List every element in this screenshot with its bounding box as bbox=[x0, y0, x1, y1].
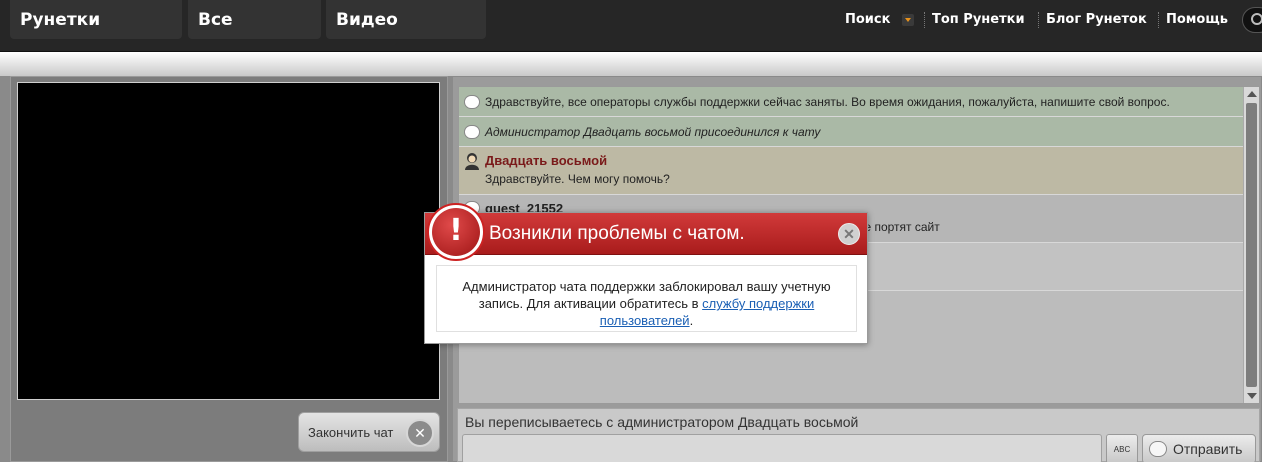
dialog-message-end: . bbox=[689, 313, 694, 328]
divider bbox=[924, 12, 925, 28]
divider bbox=[1158, 12, 1159, 28]
exclamation-icon: ! bbox=[427, 203, 485, 261]
chat-message-admin: Двадцать восьмой Здравствуйте. Чем могу … bbox=[459, 147, 1244, 195]
nav-search-link[interactable]: Поиск bbox=[845, 0, 890, 40]
divider bbox=[1038, 12, 1039, 28]
send-button[interactable]: Отправить bbox=[1142, 434, 1256, 462]
message-input[interactable] bbox=[462, 434, 1102, 462]
scroll-up-icon[interactable] bbox=[1247, 91, 1257, 97]
scroll-thumb[interactable] bbox=[1246, 103, 1257, 387]
speech-bubble-icon bbox=[464, 95, 480, 109]
send-label: Отправить bbox=[1173, 441, 1243, 457]
nav-blog-link[interactable]: Блог Рунеток bbox=[1046, 0, 1147, 40]
compose-label: Вы переписываетесь с администратором Два… bbox=[465, 414, 859, 430]
dialog-header: Возникли проблемы с чатом. bbox=[425, 213, 867, 255]
end-chat-label: Закончить чат bbox=[308, 425, 394, 440]
chat-message-system: Администратор Двадцать восьмой присоедин… bbox=[459, 117, 1244, 147]
nav-help-link[interactable]: Помощь bbox=[1166, 0, 1228, 40]
nav-top-runetki-link[interactable]: Топ Рунетки bbox=[932, 0, 1025, 40]
chat-scrollbar[interactable] bbox=[1243, 87, 1259, 403]
video-player[interactable] bbox=[17, 82, 440, 400]
speech-bubble-icon bbox=[1149, 441, 1167, 457]
dialog-body: Администратор чата поддержки заблокирова… bbox=[436, 265, 857, 332]
search-icon[interactable] bbox=[1242, 7, 1262, 33]
spellcheck-icon: ABC bbox=[1113, 445, 1131, 454]
chat-message-system: Здравствуйте, все операторы службы подде… bbox=[459, 87, 1244, 117]
top-navigation: Рунетки онлайн Все Рунетки Видео Галерея… bbox=[0, 0, 1262, 70]
dialog-close-button[interactable]: ✕ bbox=[838, 223, 860, 245]
message-text: Здравствуйте. Чем могу помочь? bbox=[485, 172, 670, 186]
speech-bubble-icon bbox=[464, 125, 480, 139]
message-text: Администратор Двадцать восьмой присоедин… bbox=[485, 125, 821, 139]
nav-video-gallery[interactable]: Видео Галерея bbox=[326, 0, 486, 70]
spellcheck-button[interactable]: ABC bbox=[1106, 434, 1138, 462]
header-strip bbox=[0, 52, 1262, 76]
admin-avatar-icon bbox=[465, 153, 479, 170]
close-icon: ✕ bbox=[406, 419, 434, 447]
nav-all-runetki[interactable]: Все Рунетки bbox=[188, 0, 321, 70]
scroll-down-icon[interactable] bbox=[1247, 393, 1257, 399]
dialog-title: Возникли проблемы с чатом. bbox=[489, 223, 745, 244]
search-dropdown-icon[interactable] bbox=[902, 14, 914, 26]
nav-runetki-online[interactable]: Рунетки онлайн bbox=[10, 0, 182, 70]
message-author: Двадцать восьмой bbox=[485, 153, 608, 168]
message-text: Здравствуйте, все операторы службы подде… bbox=[485, 95, 1170, 109]
end-chat-button[interactable]: Закончить чат ✕ bbox=[298, 412, 440, 452]
